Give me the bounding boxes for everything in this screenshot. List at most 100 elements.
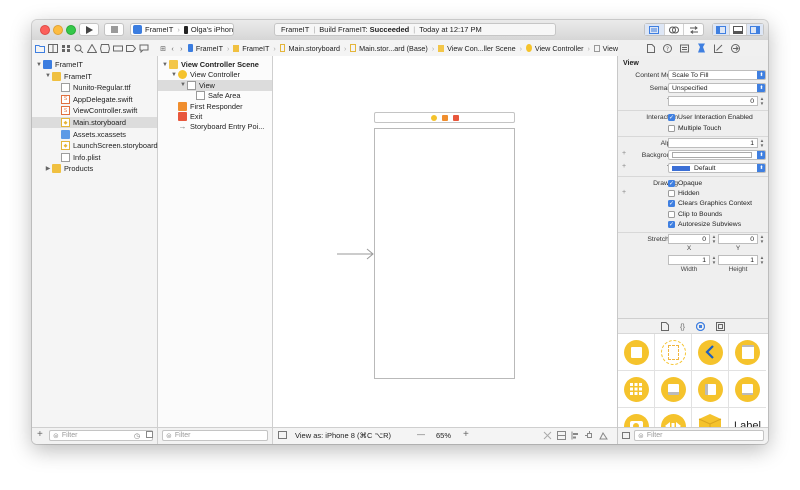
navigator-item[interactable]: ▼ FrameIT — [32, 59, 157, 70]
outline-item[interactable]: → Storyboard Entry Poi... — [158, 121, 272, 132]
autoresize-subviews-checkbox[interactable]: ✓ — [668, 221, 675, 228]
view-controller-icon[interactable] — [430, 114, 437, 121]
outline-item[interactable]: ▼ View Controller — [158, 69, 272, 80]
library-item-collection-view-controller[interactable] — [618, 371, 655, 408]
assistant-editor-button[interactable] — [663, 24, 684, 35]
attributes-inspector-icon[interactable] — [697, 43, 706, 53]
zoom-window-button[interactable] — [66, 25, 76, 35]
content-mode-popup[interactable]: Scale To Fill ⬍ — [668, 70, 766, 80]
project-navigator-icon[interactable] — [35, 44, 45, 53]
add-icon[interactable]: + — [37, 429, 43, 440]
embed-in-stack-icon[interactable] — [557, 431, 566, 440]
outline-item[interactable]: First Responder — [158, 101, 272, 112]
exit-icon[interactable] — [452, 114, 459, 121]
stretch-width-stepper[interactable]: ▲ ▼ — [711, 255, 717, 265]
stretch-height-field[interactable]: 1 — [718, 255, 758, 265]
user-interaction-checkbox[interactable]: ✓ — [668, 114, 675, 121]
breadcrumb-item[interactable]: View Controller — [535, 44, 584, 53]
outline-item[interactable]: ▼ View Controller Scene — [158, 59, 272, 70]
breadcrumb-item[interactable]: Main.storyboard — [288, 44, 340, 53]
stretch-y-stepper[interactable]: ▲ ▼ — [759, 234, 765, 244]
source-control-filter-icon[interactable] — [146, 431, 153, 438]
library-grid-toggle-icon[interactable] — [622, 432, 630, 439]
navigator-item[interactable]: Assets.xcassets — [32, 129, 157, 140]
disclosure-open-icon[interactable]: ▼ — [161, 62, 169, 68]
file-inspector-icon[interactable] — [646, 43, 655, 53]
toggle-debug-area-button[interactable] — [729, 24, 746, 35]
navigator-item[interactable]: ▼ FrameIT — [32, 71, 157, 82]
debug-navigator-icon[interactable] — [113, 44, 123, 53]
multiple-touch-checkbox[interactable] — [668, 125, 675, 132]
toggle-utilities-button[interactable] — [746, 24, 763, 35]
disclosure-closed-icon[interactable]: ▶ — [44, 165, 52, 172]
minimize-window-button[interactable] — [53, 25, 63, 35]
disclosure-open-icon[interactable]: ▼ — [170, 72, 178, 78]
alpha-field[interactable]: 1 — [668, 138, 758, 148]
run-button[interactable] — [79, 23, 99, 36]
clip-to-bounds-checkbox[interactable] — [668, 211, 675, 218]
recent-files-icon[interactable]: ◷ — [134, 432, 140, 440]
stretch-height-stepper[interactable]: ▲ ▼ — [759, 255, 765, 265]
entry-point-arrow-icon[interactable] — [337, 248, 375, 260]
source-control-icon[interactable] — [48, 43, 58, 53]
zoom-out-button[interactable]: — — [417, 430, 425, 439]
library-item-view-controller[interactable] — [618, 334, 655, 371]
breadcrumb-item[interactable]: FrameIT — [196, 44, 223, 53]
view-as-device-button[interactable]: View as: iPhone 8 (⌘C ⌥R) — [295, 431, 391, 440]
hidden-checkbox[interactable] — [668, 190, 675, 197]
disclosure-open-icon[interactable]: ▼ — [44, 73, 52, 79]
library-item-tab-bar-controller[interactable] — [655, 371, 692, 408]
storyboard-canvas[interactable]: View as: iPhone 8 (⌘C ⌥R) — 65% + — [273, 56, 618, 444]
library-item-navigation-controller[interactable] — [692, 334, 729, 371]
back-icon[interactable]: ‹ — [168, 44, 177, 53]
version-editor-button[interactable] — [683, 24, 703, 35]
identity-inspector-icon[interactable] — [679, 44, 689, 53]
document-outline-toggle-icon[interactable] — [278, 431, 287, 439]
background-color-well[interactable]: ⬍ — [668, 150, 766, 160]
size-inspector-icon[interactable] — [713, 44, 723, 53]
issue-navigator-icon[interactable] — [87, 43, 97, 53]
stop-button[interactable] — [104, 23, 124, 36]
library-item-storyboard-reference[interactable] — [655, 334, 692, 371]
code-snippet-library-icon[interactable]: {} — [680, 322, 685, 331]
tag-field[interactable]: 0 — [668, 96, 758, 106]
close-window-button[interactable] — [40, 25, 50, 35]
resolve-issues-icon[interactable] — [599, 431, 608, 440]
stretch-width-field[interactable]: 1 — [668, 255, 710, 265]
breakpoint-navigator-icon[interactable] — [126, 44, 136, 53]
library-item-table-view-controller[interactable] — [729, 334, 766, 371]
navigator-item[interactable]: Nunito-Regular.ttf — [32, 82, 157, 93]
disclosure-open-icon[interactable]: ▼ — [179, 82, 187, 88]
report-navigator-icon[interactable] — [139, 44, 149, 53]
opaque-checkbox[interactable]: ✓ — [668, 180, 675, 187]
add-constraints-icon[interactable] — [585, 431, 594, 440]
forward-icon[interactable]: › — [177, 44, 186, 53]
related-items-icon[interactable]: ⊞ — [158, 44, 168, 53]
stretch-x-stepper[interactable]: ▲ ▼ — [711, 234, 717, 244]
view-controller-frame[interactable] — [374, 128, 515, 379]
toggle-navigator-button[interactable] — [713, 24, 729, 35]
update-frames-icon[interactable] — [543, 431, 552, 440]
breadcrumb-item[interactable]: View — [603, 44, 618, 53]
file-template-library-icon[interactable] — [660, 321, 669, 331]
scheme-selector[interactable]: FrameIT › Olga's iPhone — [130, 23, 234, 36]
test-navigator-icon[interactable] — [100, 43, 110, 53]
navigator-filter-field[interactable]: ⊜ Filter ◷ — [49, 430, 153, 441]
library-item-split-view-controller[interactable] — [692, 371, 729, 408]
quick-help-icon[interactable]: ? — [662, 43, 672, 53]
alpha-stepper[interactable]: ▲ ▼ — [759, 138, 765, 148]
scene-dock[interactable] — [374, 112, 515, 123]
stretch-x-field[interactable]: 0 — [668, 234, 710, 244]
align-icon[interactable] — [571, 431, 580, 440]
stretch-y-field[interactable]: 0 — [718, 234, 758, 244]
breadcrumb-item[interactable]: View Con...ller Scene — [447, 44, 516, 53]
navigator-item[interactable]: S AppDelegate.swift — [32, 94, 157, 105]
outline-filter-field[interactable]: ⊜ Filter — [162, 430, 268, 441]
object-library-icon[interactable] — [696, 321, 705, 331]
library-filter-field[interactable]: ⊜ Filter — [634, 430, 764, 441]
outline-item[interactable]: Exit — [158, 111, 272, 122]
breadcrumb-item[interactable]: Main.stor...ard (Base) — [359, 44, 428, 53]
tag-stepper[interactable]: ▲ ▼ — [759, 96, 765, 106]
tint-color-popup[interactable]: Default ⬍ — [668, 163, 766, 173]
navigator-item[interactable]: Info.plist — [32, 152, 157, 163]
